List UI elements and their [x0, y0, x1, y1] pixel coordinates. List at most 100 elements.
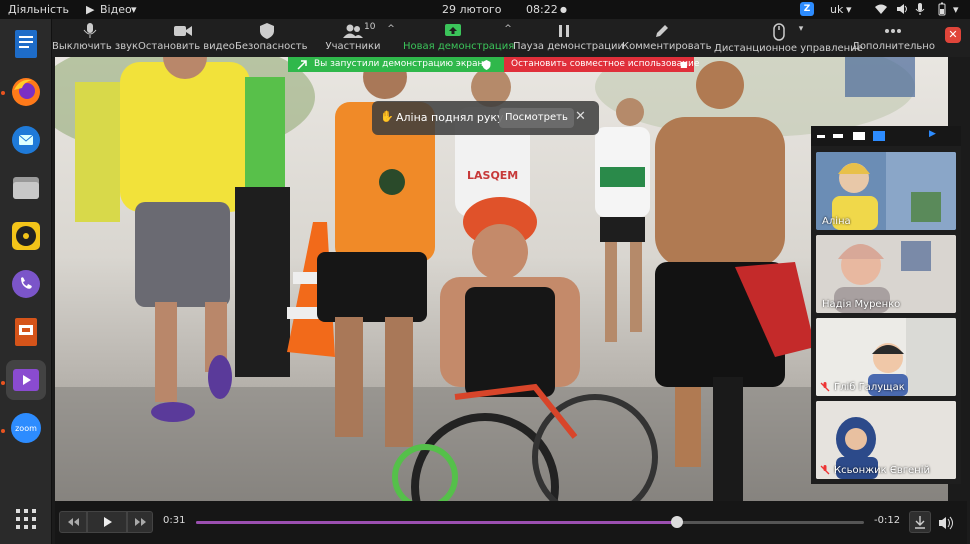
chevron-right-icon[interactable]: ▶	[929, 129, 936, 139]
minimize-icon[interactable]	[817, 135, 825, 138]
new-share-button[interactable]: Новая демонстрация	[403, 19, 515, 57]
participant-gallery: ▶ Аліна Надія Муренко Гліб Галущак Ксьон…	[811, 126, 961, 484]
participant-name: Надія Муренко	[822, 299, 901, 310]
playlist-button[interactable]	[909, 511, 931, 533]
zoom-app-icon[interactable]: zoom	[6, 408, 46, 448]
firefox-icon[interactable]	[6, 72, 46, 112]
speaker-view-icon[interactable]	[853, 132, 865, 140]
participants-label: Участники	[325, 41, 381, 52]
remaining-time: -0:12	[874, 515, 901, 526]
security-label: Безопасность	[235, 41, 308, 52]
raise-hand-message: Аліна поднял руку	[396, 111, 504, 124]
svg-text:zoom: zoom	[15, 424, 37, 433]
elapsed-time: 0:31	[163, 515, 186, 526]
dock: zoom	[0, 19, 52, 544]
stop-video-button[interactable]: Остановить видео	[138, 19, 235, 57]
libreoffice-impress-icon[interactable]	[6, 312, 46, 352]
top-panel: Діяльність ▶ Відео ▾ 29 лютого 08:22 ● Z…	[0, 0, 970, 19]
participant-tile[interactable]: Ксьонжик Євгеній	[816, 401, 956, 479]
raised-hand-icon: ✋	[380, 110, 394, 123]
share-screen-icon	[445, 24, 461, 36]
remote-control-label: Дистанционное управление	[714, 43, 863, 54]
microphone-icon	[83, 23, 97, 38]
annotate-button[interactable]: Комментировать	[622, 19, 712, 57]
stop-share-button[interactable]: Остановить совместное использование ■	[504, 57, 699, 72]
mouse-icon	[773, 23, 785, 41]
share-arrow-icon	[297, 60, 307, 70]
sharing-status-banner: Вы запустили демонстрацию экрана	[288, 57, 504, 72]
download-icon	[915, 516, 925, 529]
view-button[interactable]: Посмотреть	[499, 108, 574, 128]
participant-tile[interactable]: Гліб Галущак	[816, 318, 956, 396]
participant-tile[interactable]: Надія Муренко	[816, 235, 956, 313]
zoom-share-toolbar: Выключить звук Остановить видео Безопасн…	[52, 19, 970, 57]
participant-name: Ксьонжик Євгеній	[834, 465, 930, 476]
thunderbird-icon[interactable]	[6, 120, 46, 160]
active-speaker-view-icon[interactable]	[833, 134, 843, 138]
clock-time[interactable]: 08:22	[526, 3, 558, 16]
libreoffice-writer-icon[interactable]	[6, 24, 46, 64]
close-icon[interactable]: ✕	[575, 109, 586, 124]
shield-icon	[260, 23, 274, 39]
activities-button[interactable]: Діяльність	[8, 3, 69, 16]
participant-tile[interactable]: Аліна	[816, 152, 956, 230]
play-icon: ▶	[86, 3, 95, 16]
muted-microphone-icon	[820, 465, 830, 475]
notification-dot-icon: ●	[560, 5, 567, 14]
chevron-up-icon[interactable]: ^	[503, 24, 513, 36]
video-camera-icon	[174, 26, 192, 36]
battery-icon[interactable]	[935, 2, 949, 16]
viber-icon[interactable]	[6, 264, 46, 304]
video-player-icon[interactable]	[6, 360, 46, 400]
keyboard-layout[interactable]: uk	[830, 3, 843, 16]
video-app-menu[interactable]: Відео	[100, 3, 132, 16]
chevron-down-icon[interactable]: ▾	[796, 24, 806, 36]
seek-bar-progress	[196, 521, 677, 524]
stop-video-label: Остановить видео	[138, 41, 235, 52]
chevron-down-icon: ▾	[131, 3, 137, 16]
chevron-down-icon: ▾	[846, 3, 852, 16]
more-button[interactable]: Дополнительно	[852, 19, 935, 57]
annotate-label: Комментировать	[622, 41, 712, 52]
close-icon[interactable]: ✕	[945, 27, 961, 43]
skip-forward-icon	[135, 518, 146, 526]
media-player-controls: 0:31 -0:12	[55, 501, 967, 544]
stop-square-icon: ■	[680, 60, 688, 69]
gallery-view-icon[interactable]	[873, 131, 885, 141]
volume-icon[interactable]	[895, 2, 909, 16]
skip-forward-button[interactable]	[127, 511, 153, 533]
chevron-up-icon[interactable]: ^	[386, 24, 396, 36]
running-indicator	[1, 91, 5, 95]
security-button[interactable]: Безопасность	[235, 19, 308, 57]
chevron-down-icon[interactable]: ▾	[953, 3, 959, 16]
files-icon[interactable]	[6, 168, 46, 208]
pause-share-label: Пауза демонстрации	[513, 41, 625, 52]
pencil-icon	[656, 25, 668, 37]
muted-microphone-icon	[820, 382, 830, 392]
seek-handle[interactable]	[670, 516, 683, 528]
rhythmbox-icon[interactable]	[6, 216, 46, 256]
participant-name: Аліна	[822, 216, 851, 227]
volume-icon[interactable]	[938, 515, 954, 531]
sharing-status-text: Вы запустили демонстрацию экрана	[314, 59, 489, 69]
mute-button[interactable]: Выключить звук	[52, 19, 139, 57]
new-share-label: Новая демонстрация	[403, 41, 515, 52]
clock-date[interactable]: 29 лютого	[442, 3, 501, 16]
remote-control-button[interactable]: Дистанционное управление	[714, 19, 863, 57]
play-icon	[104, 517, 112, 527]
participants-button[interactable]: Участники 10	[324, 19, 382, 57]
running-indicator	[1, 429, 5, 433]
play-button[interactable]	[87, 511, 127, 533]
wifi-icon[interactable]	[874, 2, 888, 16]
running-indicator	[1, 381, 5, 385]
seek-bar[interactable]	[196, 516, 864, 528]
microphone-icon[interactable]	[913, 2, 927, 16]
participants-icon	[343, 24, 363, 38]
pause-share-button[interactable]: Пауза демонстрации	[513, 19, 625, 57]
skip-back-button[interactable]	[59, 511, 87, 533]
zoom-tray-icon[interactable]: Z	[800, 2, 814, 16]
more-label: Дополнительно	[852, 41, 935, 52]
pause-icon	[559, 25, 569, 37]
show-apps-icon[interactable]	[6, 499, 46, 539]
mute-label: Выключить звук	[52, 41, 139, 52]
